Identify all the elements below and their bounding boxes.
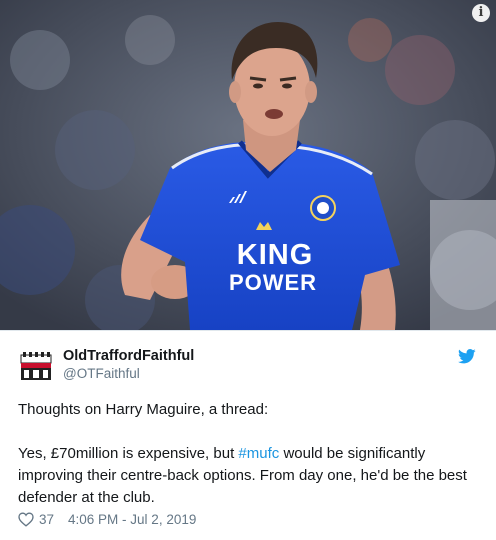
tweet-footer: 37 4:06 PM - Jul 2, 2019 (18, 509, 196, 529)
timestamp[interactable]: 4:06 PM - Jul 2, 2019 (68, 512, 196, 527)
twitter-bird-icon[interactable] (458, 349, 476, 364)
tweet-text-line1: Thoughts on Harry Maguire, a thread: (18, 401, 269, 418)
tweet-text-segment: Yes, £70million is expensive, but (18, 445, 239, 462)
player-photo: KING POWER (0, 0, 496, 330)
tweet-media-photo[interactable]: KING POWER i (0, 0, 496, 330)
tweet-content: OldTraffordFaithful @OTFaithful Thoughts… (0, 330, 496, 540)
handle[interactable]: @OTFaithful (63, 365, 194, 383)
display-name[interactable]: OldTraffordFaithful (63, 347, 194, 365)
author-info[interactable]: OldTraffordFaithful @OTFaithful (63, 347, 194, 383)
tweet-text: Thoughts on Harry Maguire, a thread: Yes… (18, 399, 478, 509)
shirt-sponsor-line2: POWER (229, 270, 317, 295)
tweet-card: KING POWER i OldTraffordFaithful @OTFait… (0, 0, 496, 540)
tweet-text-paragraph2: Yes, £70million is expensive, but #mufc … (18, 443, 478, 509)
shirt-sponsor-line1: KING (237, 239, 314, 271)
avatar[interactable] (18, 349, 54, 385)
heart-icon[interactable] (18, 511, 34, 527)
otf-logo-icon (18, 349, 54, 385)
like-count[interactable]: 37 (39, 512, 54, 527)
info-icon[interactable]: i (472, 4, 490, 22)
hashtag-link[interactable]: #mufc (238, 445, 279, 462)
